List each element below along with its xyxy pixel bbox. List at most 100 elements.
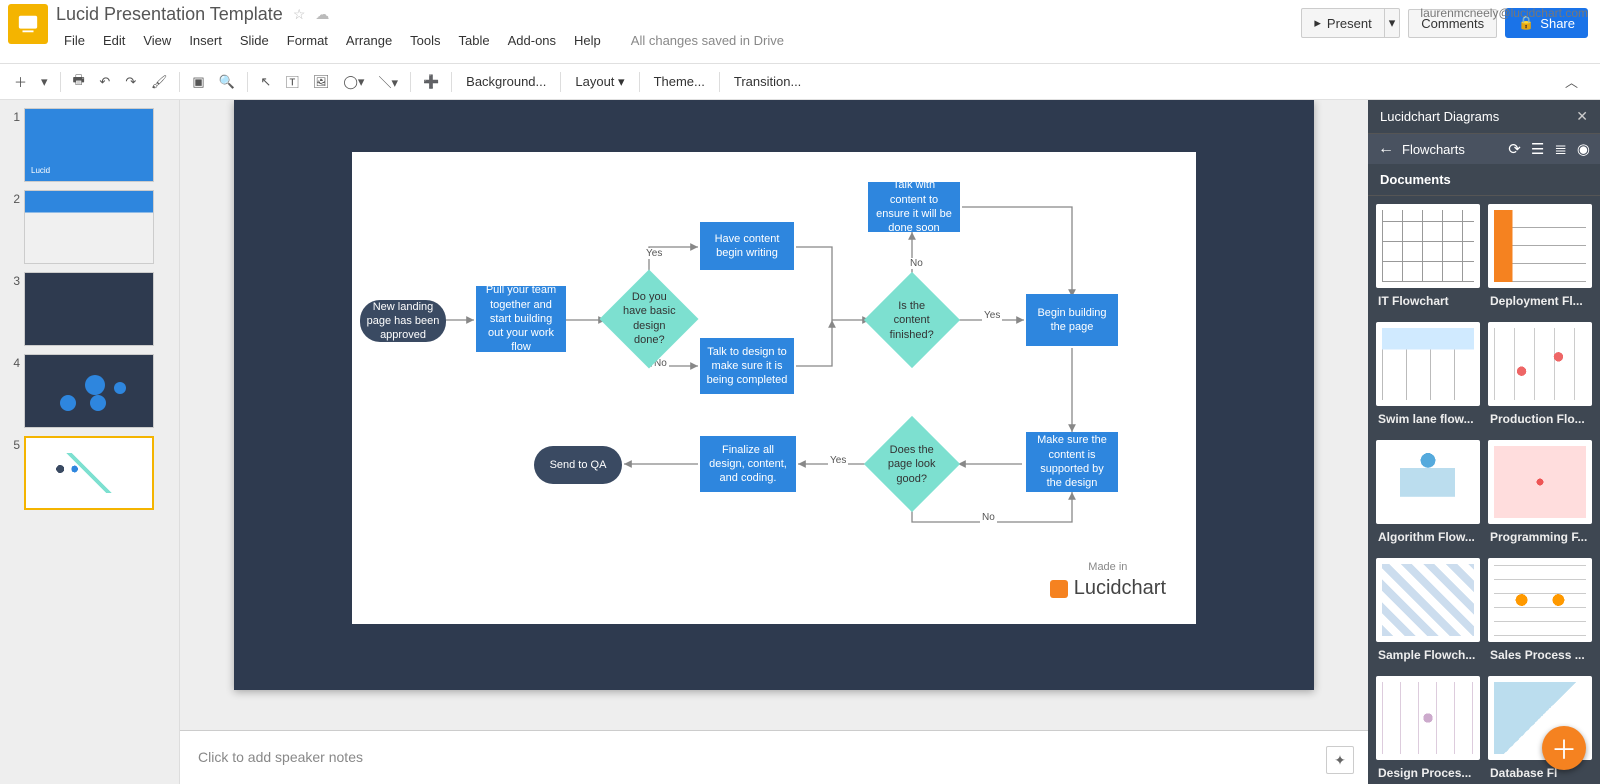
slide-content[interactable]: Yes No No Yes Yes No New landing page ha… [352,152,1196,624]
theme-button[interactable]: Theme... [646,70,713,93]
menu-format[interactable]: Format [279,29,336,52]
slide-thumbnail-1[interactable] [24,108,154,182]
doc-thumbnail [1376,676,1480,760]
document-title[interactable]: Lucid Presentation Template [56,4,283,25]
present-label: Present [1327,16,1372,31]
new-slide-dropdown[interactable]: ▾ [35,70,54,94]
doc-label: Sales Process ... [1488,642,1592,668]
close-icon[interactable]: ✕ [1576,108,1588,125]
speaker-notes[interactable]: Click to add speaker notes ✦ [180,730,1368,784]
select-tool-button[interactable]: ↖ [254,70,278,94]
doc-card[interactable]: Swim lane flow... [1376,322,1480,432]
doc-card[interactable]: Production Flo... [1488,322,1592,432]
textbox-button[interactable]: 🅃 [280,70,305,94]
collapse-toolbar-button[interactable]: ︿ [1559,70,1584,94]
doc-label: Design Proces... [1376,760,1480,784]
menu-slide[interactable]: Slide [232,29,277,52]
user-email[interactable]: laurenmcneely@lucidchart.com [1420,6,1588,20]
menu-addons[interactable]: Add-ons [500,29,564,52]
doc-thumbnail [1376,558,1480,642]
edge-label-no: No [908,258,925,269]
node-have-content[interactable]: Have content begin writing [700,222,794,270]
thumb-number: 4 [4,354,20,428]
node-pull-team[interactable]: Pull your team together and start buildi… [476,286,566,352]
doc-card[interactable]: Design Proces... [1376,676,1480,784]
layout-button[interactable]: Layout ▾ [567,70,632,94]
sidebar-document-grid[interactable]: IT Flowchart Deployment Fl... Swim lane … [1368,196,1600,784]
doc-card[interactable]: Sales Process ... [1488,558,1592,668]
doc-card[interactable]: Deployment Fl... [1488,204,1592,314]
back-icon[interactable]: ← [1378,140,1394,158]
node-start[interactable]: New landing page has been approved [360,300,446,342]
new-slide-button[interactable]: ＋ [8,70,33,94]
edge-label-yes: Yes [828,455,848,466]
doc-thumbnail [1488,204,1592,288]
present-icon: ▸ [1314,15,1321,31]
made-in-badge: Made in Lucidchart [1050,561,1166,600]
present-button[interactable]: ▸ Present [1301,8,1384,38]
zoom-fit-button[interactable]: ▣ [186,70,210,94]
node-talk-design[interactable]: Talk to design to make sure it is being … [700,338,794,394]
node-design-done[interactable]: Do you have basic design done? [600,270,699,369]
sort-icon[interactable]: ☰ [1531,140,1544,158]
node-send-qa[interactable]: Send to QA [534,446,622,484]
account-icon[interactable]: ◉ [1577,140,1590,158]
node-begin-build[interactable]: Begin building the page [1026,294,1118,346]
doc-label: Production Flo... [1488,406,1592,432]
doc-label: IT Flowchart [1376,288,1480,314]
doc-card[interactable]: IT Flowchart [1376,204,1480,314]
menu-view[interactable]: View [135,29,179,52]
transition-button[interactable]: Transition... [726,70,809,93]
node-supported[interactable]: Make sure the content is supported by th… [1026,432,1118,492]
menu-table[interactable]: Table [451,29,498,52]
slide-filmstrip[interactable]: 1 2 3 4 5 [0,100,180,784]
undo-button[interactable]: ↶ [93,70,117,94]
image-button[interactable]: 🖼 [307,70,336,94]
doc-thumbnail [1488,440,1592,524]
sidebar-section-header: Documents [1368,164,1600,196]
slides-app-icon[interactable] [8,4,48,44]
slide-stage[interactable]: Yes No No Yes Yes No New landing page ha… [234,100,1314,690]
menu-insert[interactable]: Insert [181,29,230,52]
doc-label: Deployment Fl... [1488,288,1592,314]
doc-label: Programming F... [1488,524,1592,550]
move-to-folder-icon[interactable]: ☁ [315,6,329,23]
doc-card[interactable]: Sample Flowch... [1376,558,1480,668]
node-finalize[interactable]: Finalize all design, content, and coding… [700,436,796,492]
paint-format-button[interactable]: 🖌 [145,70,174,94]
slide-thumbnail-3[interactable] [24,272,154,346]
background-button[interactable]: Background... [458,70,554,93]
menu-help[interactable]: Help [566,29,609,52]
menu-file[interactable]: File [56,29,93,52]
sidebar-breadcrumb[interactable]: Flowcharts [1402,142,1465,157]
app-header: Lucid Presentation Template ☆ ☁ File Edi… [0,0,1600,64]
refresh-icon[interactable]: ⟳ [1508,140,1521,158]
slide-thumbnail-2[interactable] [24,190,154,264]
main-area: 1 2 3 4 5 [0,100,1600,784]
doc-label: Sample Flowch... [1376,642,1480,668]
menu-tools[interactable]: Tools [402,29,448,52]
node-content-finished[interactable]: Is the content finished? [864,272,960,368]
node-looks-good[interactable]: Does the page look good? [864,416,960,512]
explore-button[interactable]: ✦ [1326,746,1354,774]
save-status: All changes saved in Drive [631,33,784,48]
line-button[interactable]: ＼▾ [372,70,404,94]
thumb-number: 1 [4,108,20,182]
shape-button[interactable]: ◯▾ [337,70,370,94]
insert-comment-button[interactable]: ➕ [417,70,445,94]
menu-arrange[interactable]: Arrange [338,29,400,52]
doc-card[interactable]: Programming F... [1488,440,1592,550]
node-talk-content[interactable]: Talk with content to ensure it will be d… [868,182,960,232]
list-view-icon[interactable]: ≣ [1554,140,1567,158]
star-icon[interactable]: ☆ [293,6,306,23]
new-diagram-fab[interactable]: ＋ [1542,726,1586,770]
present-dropdown-button[interactable]: ▾ [1385,8,1401,38]
doc-card[interactable]: Algorithm Flow... [1376,440,1480,550]
slide-thumbnail-5[interactable] [24,436,154,510]
menu-edit[interactable]: Edit [95,29,133,52]
zoom-button[interactable]: 🔍 [213,70,241,94]
print-button[interactable]: 🖶 [67,70,91,94]
slide-thumbnail-4[interactable] [24,354,154,428]
doc-label: Algorithm Flow... [1376,524,1480,550]
redo-button[interactable]: ↷ [119,70,143,94]
